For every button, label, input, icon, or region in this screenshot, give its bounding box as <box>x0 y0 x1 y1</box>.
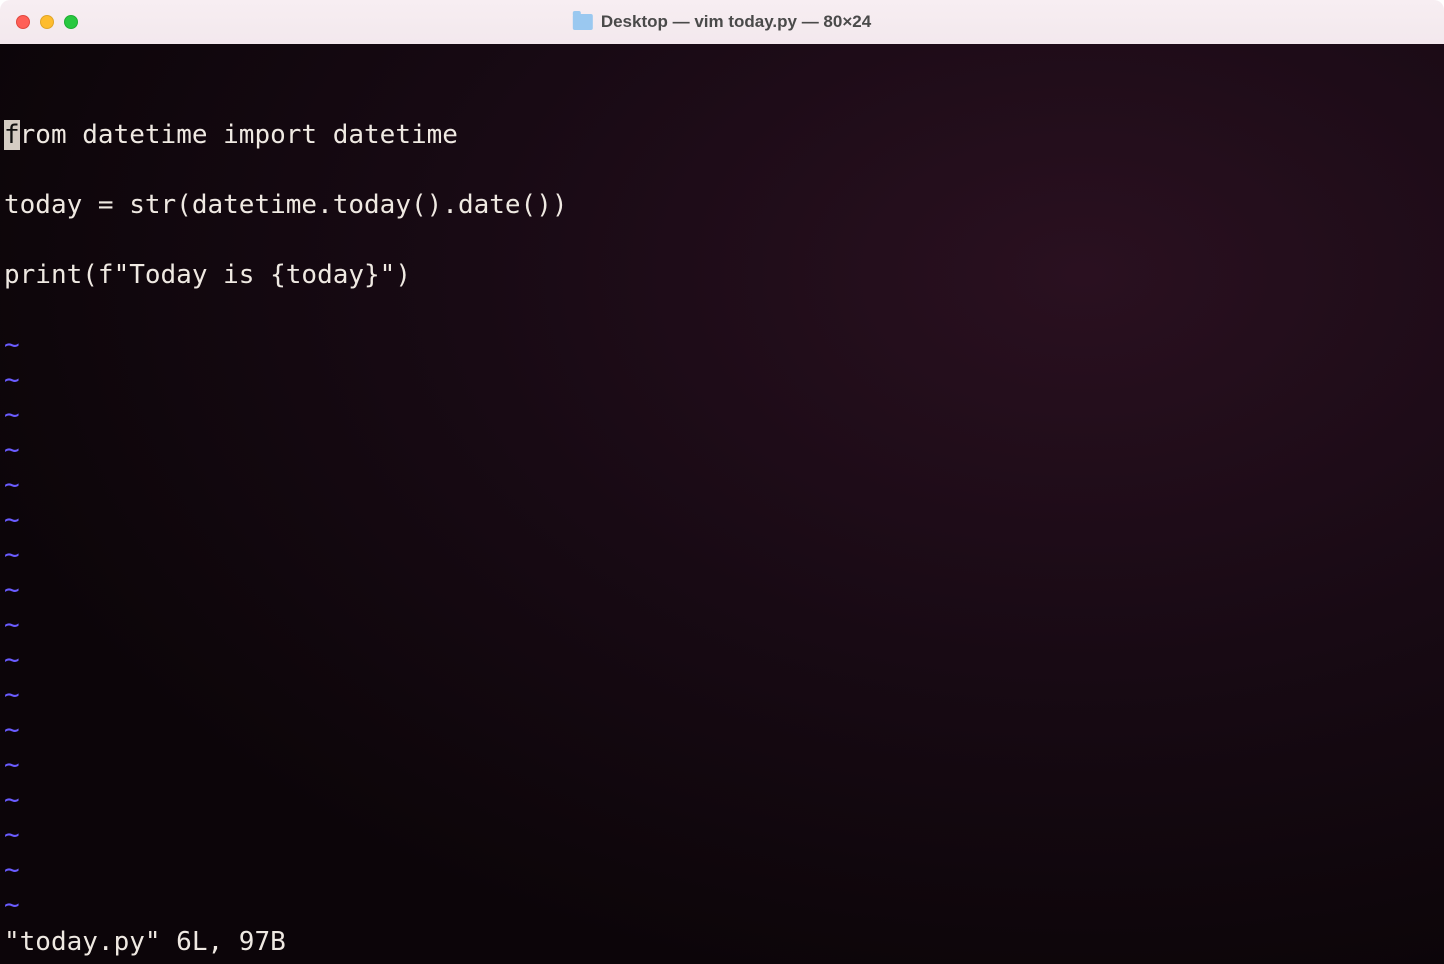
zoom-icon[interactable] <box>64 15 78 29</box>
vim-empty-line: ~ <box>4 363 1440 398</box>
vim-status-line: "today.py" 6L, 97B <box>4 925 286 960</box>
vim-empty-line: ~ <box>4 783 1440 818</box>
vim-empty-line: ~ <box>4 433 1440 468</box>
vim-empty-line: ~ <box>4 398 1440 433</box>
terminal-window: Desktop — vim today.py — 80×24 from date… <box>0 0 1444 964</box>
vim-empty-line: ~ <box>4 468 1440 503</box>
vim-empty-line: ~ <box>4 853 1440 888</box>
code-line[interactable] <box>4 293 1440 328</box>
code-line[interactable] <box>4 153 1440 188</box>
vim-empty-line: ~ <box>4 643 1440 678</box>
vim-empty-line: ~ <box>4 818 1440 853</box>
traffic-lights <box>16 15 78 29</box>
titlebar[interactable]: Desktop — vim today.py — 80×24 <box>0 0 1444 44</box>
code-line[interactable]: today = str(datetime.today().date()) <box>4 188 1440 223</box>
vim-empty-line: ~ <box>4 713 1440 748</box>
cursor: f <box>4 120 20 150</box>
vim-empty-line: ~ <box>4 573 1440 608</box>
code-line[interactable]: from datetime import datetime <box>4 118 1440 153</box>
terminal-viewport[interactable]: from datetime import datetime today = st… <box>0 44 1444 964</box>
vim-empty-line: ~ <box>4 328 1440 363</box>
folder-icon <box>573 14 593 30</box>
editor-content[interactable]: from datetime import datetime today = st… <box>4 118 1440 923</box>
minimize-icon[interactable] <box>40 15 54 29</box>
code-line[interactable] <box>4 223 1440 258</box>
code-line[interactable]: print(f"Today is {today}") <box>4 258 1440 293</box>
window-title: Desktop — vim today.py — 80×24 <box>573 12 871 32</box>
close-icon[interactable] <box>16 15 30 29</box>
vim-empty-line: ~ <box>4 678 1440 713</box>
vim-empty-line: ~ <box>4 888 1440 923</box>
vim-empty-line: ~ <box>4 608 1440 643</box>
vim-empty-line: ~ <box>4 538 1440 573</box>
vim-empty-line: ~ <box>4 748 1440 783</box>
vim-empty-line: ~ <box>4 503 1440 538</box>
window-title-text: Desktop — vim today.py — 80×24 <box>601 12 871 32</box>
